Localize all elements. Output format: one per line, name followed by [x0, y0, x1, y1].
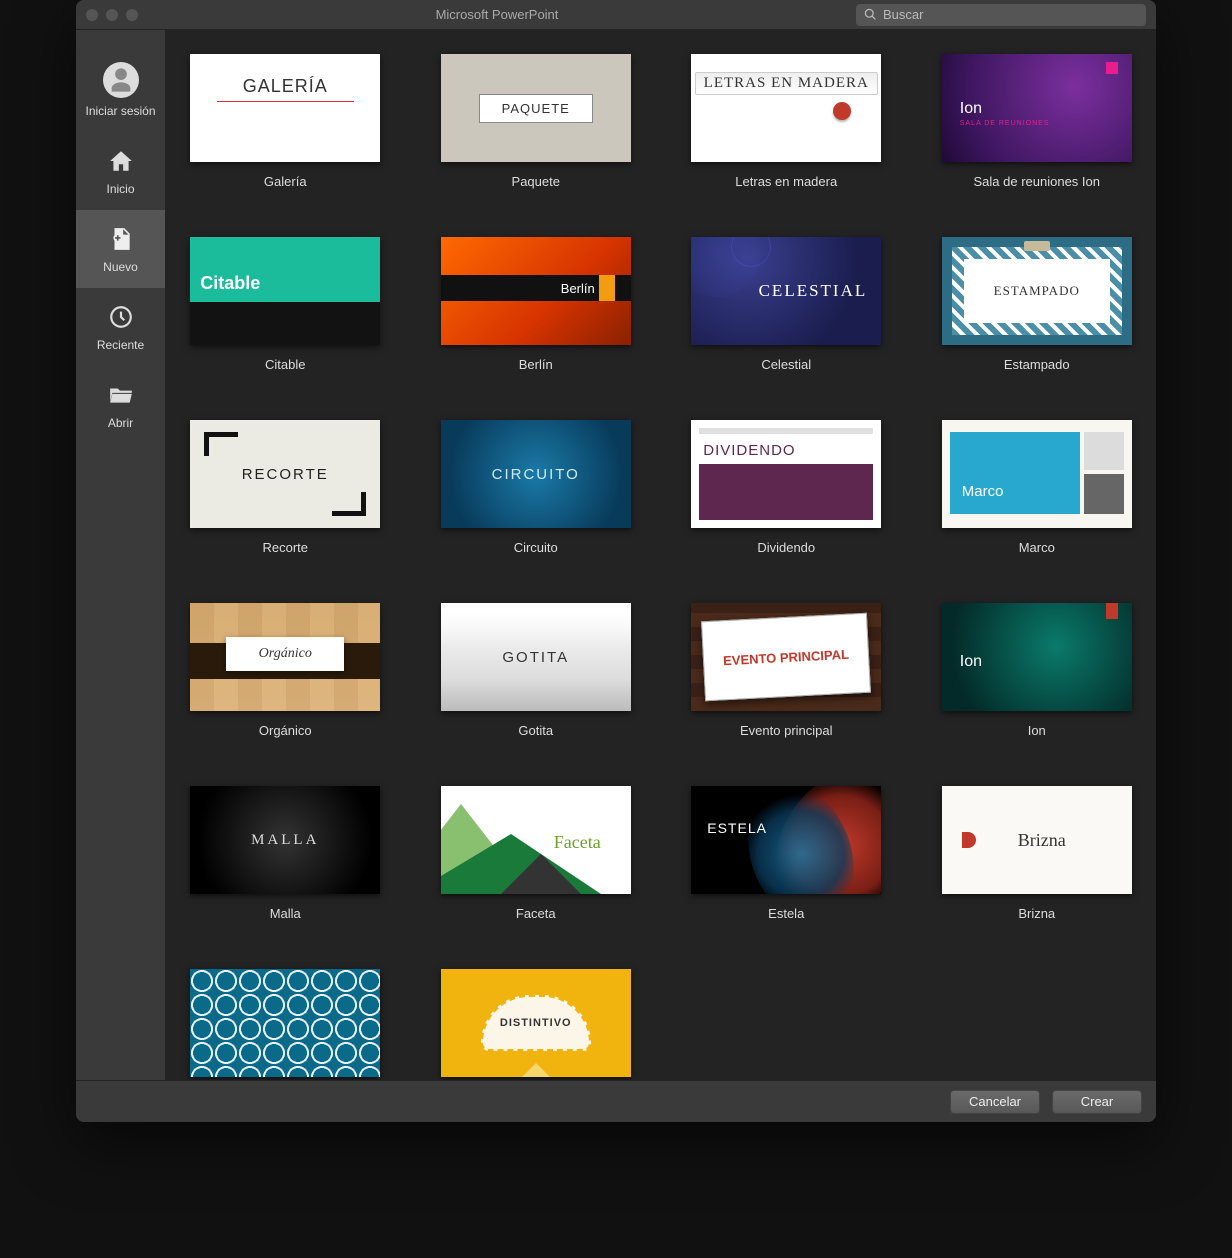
- template-berlin[interactable]: Berlín Berlín: [441, 237, 631, 372]
- footer-bar: Cancelar Crear: [76, 1080, 1156, 1122]
- avatar-icon: [103, 62, 139, 98]
- template-label: Celestial: [761, 357, 811, 372]
- signin-label: Iniciar sesión: [85, 104, 155, 118]
- template-thumbnail: Berlín: [441, 237, 631, 345]
- template-label: Faceta: [516, 906, 556, 921]
- template-estampado[interactable]: ESTAMPADO Estampado: [942, 237, 1132, 372]
- template-thumbnail: EVENTO PRINCIPAL: [691, 603, 881, 711]
- template-grid: GALERÍA Galería PAQUETE Paquete LETRAS E…: [180, 54, 1142, 1080]
- template-citable[interactable]: Citable Citable: [190, 237, 380, 372]
- template-label: Evento principal: [740, 723, 833, 738]
- sidebar-item-label: Nuevo: [103, 260, 138, 274]
- titlebar: Microsoft PowerPoint: [76, 0, 1156, 30]
- template-thumbnail: Brizna: [942, 786, 1132, 894]
- clock-icon: [106, 302, 136, 332]
- sidebar: Iniciar sesión Inicio Nuevo Reciente: [76, 30, 166, 1080]
- template-thumbnail: GOTITA: [441, 603, 631, 711]
- template-label: Estampado: [1004, 357, 1070, 372]
- signin-button[interactable]: Iniciar sesión: [76, 48, 165, 132]
- template-label: Citable: [265, 357, 305, 372]
- template-thumbnail: CELESTIAL: [691, 237, 881, 345]
- template-galeria[interactable]: GALERÍA Galería: [190, 54, 380, 189]
- template-thumbnail: [190, 969, 380, 1077]
- template-thumbnail: Faceta: [441, 786, 631, 894]
- template-circuito[interactable]: CIRCUITO Circuito: [441, 420, 631, 555]
- minimize-window-icon[interactable]: [106, 9, 118, 21]
- sidebar-item-label: Reciente: [97, 338, 144, 352]
- template-thumbnail: PAQUETE: [441, 54, 631, 162]
- sidebar-item-new[interactable]: Nuevo: [76, 210, 165, 288]
- template-brizna[interactable]: Brizna Brizna: [942, 786, 1132, 921]
- template-label: Recorte: [262, 540, 308, 555]
- template-thumbnail: Marco: [942, 420, 1132, 528]
- zoom-window-icon[interactable]: [126, 9, 138, 21]
- template-thumbnail: DISTINTIVO: [441, 969, 631, 1077]
- home-icon: [106, 146, 136, 176]
- create-button[interactable]: Crear: [1052, 1090, 1142, 1114]
- window-controls: [86, 9, 138, 21]
- template-pattern[interactable]: [190, 969, 380, 1080]
- template-ion-sala-reuniones[interactable]: IonSALA DE REUNIONES Sala de reuniones I…: [942, 54, 1132, 189]
- template-thumbnail: Orgánico: [190, 603, 380, 711]
- template-grid-area[interactable]: GALERÍA Galería PAQUETE Paquete LETRAS E…: [166, 30, 1156, 1080]
- template-thumbnail: ESTAMPADO: [942, 237, 1132, 345]
- template-thumbnail: GALERÍA: [190, 54, 380, 162]
- search-input[interactable]: [883, 7, 1138, 22]
- template-label: Marco: [1019, 540, 1055, 555]
- template-label: Malla: [270, 906, 301, 921]
- search-field[interactable]: [856, 4, 1146, 26]
- template-dividendo[interactable]: DIVIDENDO Dividendo: [691, 420, 881, 555]
- new-file-icon: [106, 224, 136, 254]
- template-ion[interactable]: Ion Ion: [942, 603, 1132, 738]
- search-icon: [864, 8, 877, 21]
- template-picker-window: Microsoft PowerPoint Iniciar sesión Inic…: [76, 0, 1156, 1122]
- template-label: Dividendo: [757, 540, 815, 555]
- template-label: Sala de reuniones Ion: [974, 174, 1100, 189]
- template-faceta[interactable]: Faceta Faceta: [441, 786, 631, 921]
- template-paquete[interactable]: PAQUETE Paquete: [441, 54, 631, 189]
- template-thumbnail: RECORTE: [190, 420, 380, 528]
- template-marco[interactable]: Marco Marco: [942, 420, 1132, 555]
- sidebar-item-label: Inicio: [106, 182, 134, 196]
- template-evento-principal[interactable]: EVENTO PRINCIPAL Evento principal: [691, 603, 881, 738]
- template-label: Orgánico: [259, 723, 312, 738]
- template-thumbnail: DIVIDENDO: [691, 420, 881, 528]
- template-distintivo[interactable]: DISTINTIVO: [441, 969, 631, 1080]
- template-estela[interactable]: ESTELA Estela: [691, 786, 881, 921]
- template-thumbnail: Ion: [942, 603, 1132, 711]
- sidebar-item-home[interactable]: Inicio: [76, 132, 165, 210]
- template-label: Paquete: [512, 174, 560, 189]
- template-thumbnail: CIRCUITO: [441, 420, 631, 528]
- template-thumbnail: ESTELA: [691, 786, 881, 894]
- template-organico[interactable]: Orgánico Orgánico: [190, 603, 380, 738]
- template-label: Brizna: [1018, 906, 1055, 921]
- sidebar-item-label: Abrir: [108, 416, 133, 430]
- folder-open-icon: [106, 380, 136, 410]
- template-letras-en-madera[interactable]: LETRAS EN MADERA Letras en madera: [691, 54, 881, 189]
- template-label: Estela: [768, 906, 804, 921]
- sidebar-item-open[interactable]: Abrir: [76, 366, 165, 444]
- template-celestial[interactable]: CELESTIAL Celestial: [691, 237, 881, 372]
- window-title: Microsoft PowerPoint: [138, 7, 856, 22]
- template-thumbnail: IonSALA DE REUNIONES: [942, 54, 1132, 162]
- cancel-button[interactable]: Cancelar: [950, 1090, 1040, 1114]
- template-label: Gotita: [518, 723, 553, 738]
- template-label: Berlín: [519, 357, 553, 372]
- template-thumbnail: LETRAS EN MADERA: [691, 54, 881, 162]
- template-gotita[interactable]: GOTITA Gotita: [441, 603, 631, 738]
- sidebar-item-recent[interactable]: Reciente: [76, 288, 165, 366]
- template-label: Galería: [264, 174, 307, 189]
- template-label: Ion: [1028, 723, 1046, 738]
- template-label: Letras en madera: [735, 174, 837, 189]
- template-thumbnail: Citable: [190, 237, 380, 345]
- template-recorte[interactable]: RECORTE Recorte: [190, 420, 380, 555]
- template-thumbnail: MALLA: [190, 786, 380, 894]
- template-label: Circuito: [514, 540, 558, 555]
- close-window-icon[interactable]: [86, 9, 98, 21]
- template-malla[interactable]: MALLA Malla: [190, 786, 380, 921]
